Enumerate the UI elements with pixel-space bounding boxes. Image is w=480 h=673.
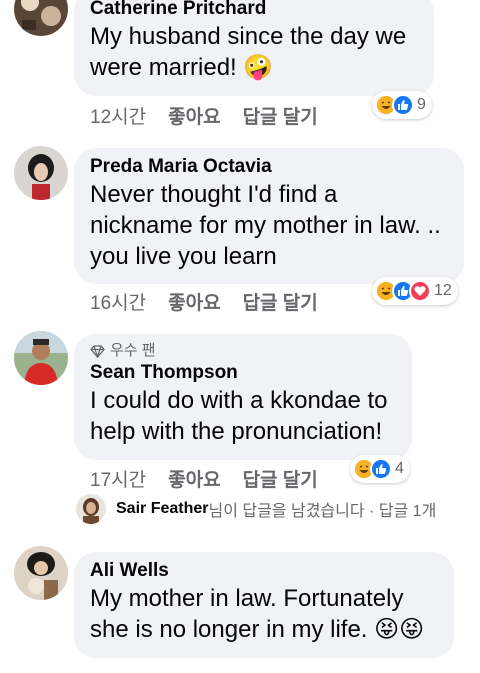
comment-text: I could do with a kkondae to help with th… (90, 387, 388, 445)
comment-actions: 17시간 좋아요 답글 달기 (90, 465, 318, 492)
comment-time[interactable]: 17시간 (90, 465, 146, 492)
like-button[interactable]: 좋아요 (168, 465, 220, 492)
reply-button[interactable]: 답글 달기 (243, 288, 318, 315)
comment-time[interactable]: 16시간 (90, 288, 146, 315)
avatar[interactable] (14, 146, 68, 200)
like-button[interactable]: 좋아요 (168, 102, 220, 129)
reaction-summary[interactable]: 12 (372, 277, 458, 305)
comment-bubble: Ali Wells My mother in law. Fortunately s… (74, 552, 454, 658)
comment-author[interactable]: Preda Maria Octavia (90, 155, 448, 179)
avatar[interactable] (14, 0, 68, 36)
avatar[interactable] (14, 331, 68, 385)
comment-actions: 16시간 좋아요 답글 달기 (90, 288, 318, 315)
comment-time[interactable]: 12시간 (90, 102, 146, 129)
comment-text: Never thought I'd find a nickname for my … (90, 181, 441, 270)
comment-actions: 12시간 좋아요 답글 달기 (90, 102, 318, 129)
like-button[interactable]: 좋아요 (168, 288, 220, 315)
reply-author: Sair Feather (116, 500, 209, 517)
reply-summary: 님이 답글을 남겼습니다 · 답글 1개 (208, 503, 437, 520)
diamond-icon (90, 344, 105, 358)
reply-button[interactable]: 답글 달기 (243, 102, 318, 129)
avatar (76, 494, 106, 524)
comment-text: My mother in law. Fortunately she is no l… (90, 585, 425, 643)
comment-bubble: Preda Maria Octavia Never thought I'd fi… (74, 148, 464, 284)
love-icon (409, 280, 431, 302)
comment-author[interactable]: Ali Wells (90, 559, 438, 583)
avatar[interactable] (14, 546, 68, 600)
reaction-count: 4 (395, 460, 404, 477)
reaction-summary[interactable]: 4 (350, 455, 410, 483)
comment-bubble: 우수 팬 Sean Thompson I could do with a kko… (74, 334, 412, 460)
comment-author[interactable]: Sean Thompson (90, 361, 396, 385)
comment-text: My husband since the day we were married!… (90, 23, 407, 81)
reaction-count: 12 (434, 282, 452, 299)
like-icon (392, 94, 414, 116)
reaction-count: 9 (417, 96, 426, 113)
like-icon (370, 458, 392, 480)
reaction-summary[interactable]: 9 (372, 91, 432, 119)
comment-bubble: Catherine Pritchard My husband since the… (74, 0, 434, 96)
top-fan-badge: 우수 팬 (90, 341, 396, 361)
view-replies-link[interactable]: Sair Feather 님이 답글을 남겼습니다 · 답글 1개 (76, 494, 436, 524)
comment-author[interactable]: Catherine Pritchard (90, 0, 418, 21)
reply-button[interactable]: 답글 달기 (243, 465, 318, 492)
